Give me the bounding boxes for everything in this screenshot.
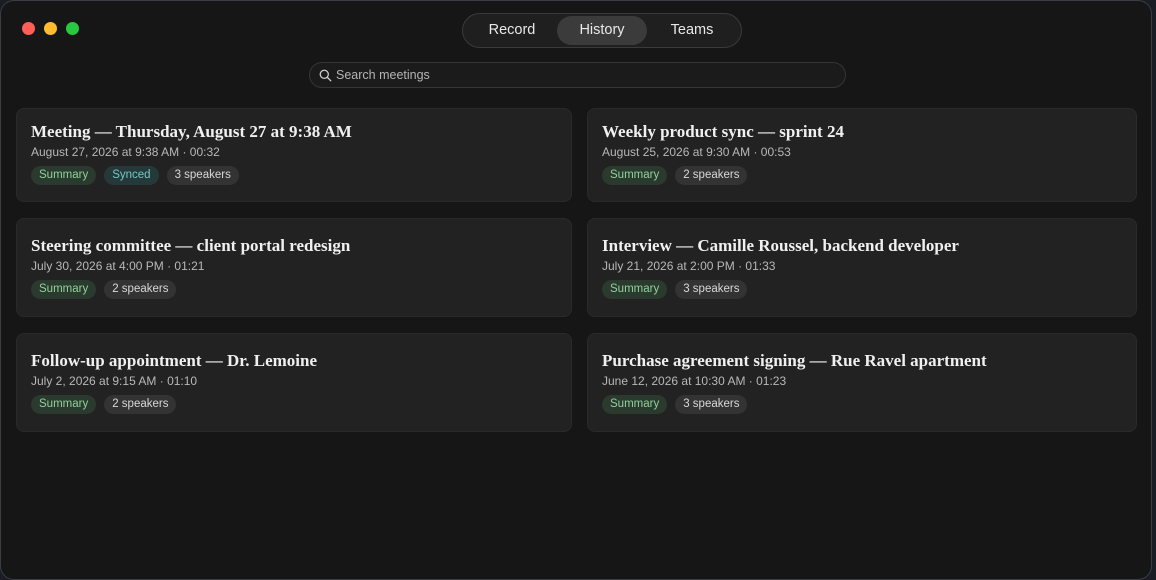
summary-badge: Summary (31, 395, 97, 414)
meeting-card[interactable]: Interview — Camille Roussel, backend dev… (587, 218, 1137, 317)
meeting-meta: July 2, 2026 at 9:15 AM · 01:10 (31, 374, 198, 388)
meeting-title: Interview — Camille Roussel, backend dev… (602, 236, 959, 255)
summary-badge: Summary (602, 280, 668, 299)
maximize-window-button[interactable] (66, 22, 79, 35)
view-switcher: Record History Teams (462, 13, 742, 48)
meeting-tags: Summary 3 speakers (602, 280, 1122, 299)
meeting-title: Weekly product sync — sprint 24 (602, 122, 844, 141)
speakers-badge: 3 speakers (675, 395, 748, 414)
meeting-tags: Summary 2 speakers (602, 166, 1122, 185)
synced-badge: Synced (104, 166, 159, 185)
summary-badge: Summary (31, 166, 97, 185)
meeting-meta: July 30, 2026 at 4:00 PM · 01:21 (31, 259, 205, 273)
tab-history[interactable]: History (557, 16, 647, 45)
summary-badge: Summary (602, 166, 668, 185)
meeting-card[interactable]: Weekly product sync — sprint 24 August 2… (587, 108, 1137, 202)
speakers-badge: 2 speakers (104, 395, 177, 414)
meeting-tags: Summary Synced 3 speakers (31, 166, 557, 185)
speakers-badge: 2 speakers (104, 280, 177, 299)
meeting-title: Follow-up appointment — Dr. Lemoine (31, 351, 318, 370)
app-window: Record History Teams Meeting — Thursday,… (0, 0, 1152, 580)
meeting-tags: Summary 2 speakers (31, 280, 557, 299)
tab-record[interactable]: Record (467, 16, 557, 45)
meeting-meta: August 25, 2026 at 9:30 AM · 00:53 (602, 145, 791, 159)
meeting-card[interactable]: Steering committee — client portal redes… (16, 218, 572, 317)
meeting-title: Meeting — Thursday, August 27 at 9:38 AM (31, 122, 352, 141)
meeting-history-grid: Meeting — Thursday, August 27 at 9:38 AM… (16, 108, 1137, 432)
meeting-title: Purchase agreement signing — Rue Ravel a… (602, 351, 987, 370)
meeting-tags: Summary 2 speakers (31, 395, 557, 414)
minimize-window-button[interactable] (44, 22, 57, 35)
speakers-badge: 3 speakers (675, 280, 748, 299)
meeting-meta: July 21, 2026 at 2:00 PM · 01:33 (602, 259, 776, 273)
summary-badge: Summary (602, 395, 668, 414)
meeting-title: Steering committee — client portal redes… (31, 236, 351, 255)
search-icon (319, 69, 332, 81)
search-bar[interactable] (309, 62, 846, 88)
meeting-tags: Summary 3 speakers (602, 395, 1122, 414)
close-window-button[interactable] (22, 22, 35, 35)
meeting-meta: June 12, 2026 at 10:30 AM · 01:23 (602, 374, 787, 388)
window-controls (22, 22, 79, 35)
tab-teams[interactable]: Teams (647, 16, 737, 45)
meeting-card[interactable]: Follow-up appointment — Dr. Lemoine July… (16, 333, 572, 432)
summary-badge: Summary (31, 280, 97, 299)
meeting-meta: August 27, 2026 at 9:38 AM · 00:32 (31, 145, 220, 159)
meeting-card[interactable]: Purchase agreement signing — Rue Ravel a… (587, 333, 1137, 432)
speakers-badge: 3 speakers (166, 166, 239, 185)
search-input[interactable] (336, 68, 845, 82)
speakers-badge: 2 speakers (675, 166, 748, 185)
meeting-card[interactable]: Meeting — Thursday, August 27 at 9:38 AM… (16, 108, 572, 202)
